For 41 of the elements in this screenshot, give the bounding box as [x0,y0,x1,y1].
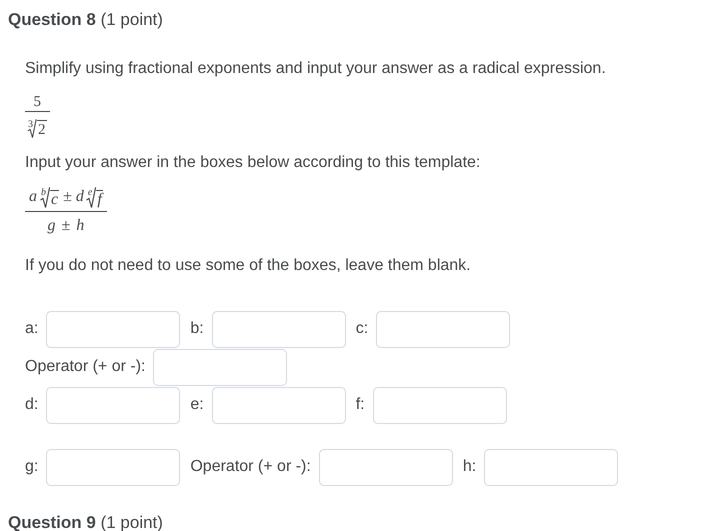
radicand: c [50,190,60,208]
math-variable: h [76,216,84,236]
input-field[interactable] [46,448,180,486]
radical-sign-icon [27,118,37,138]
root-index: 3 [28,120,33,130]
question-title: Question 9 (1 point) [8,512,163,531]
root-index: b [41,188,46,198]
question-title: Question 8 (1 point) [8,10,163,29]
instruction-text: Simplify using fractional exponents and input your answer as a radical expression. [25,58,607,78]
template-intro-text: Input your answer in the boxes below according to this template: [25,152,482,172]
field-label: b: [190,319,204,339]
radicand: 2 [37,120,46,138]
input-field[interactable] [376,310,510,348]
math-variable: d [76,186,84,206]
field-label: Operator (+ or -): [190,457,311,477]
input-field[interactable] [212,310,346,348]
input-field[interactable] [212,386,346,424]
field-label: d: [25,395,38,415]
input-field[interactable] [46,310,180,348]
math-variable: g [48,216,56,236]
input-field[interactable] [153,348,288,386]
field-label: f: [356,395,365,415]
root-index: e [88,188,92,198]
field-label: e: [190,395,204,415]
math-operator: ± [63,186,72,206]
radical-sign-icon [40,186,50,208]
radical-sign-icon [86,186,96,208]
math-variable: a [29,186,37,206]
field-label: h: [462,457,476,477]
radicand: f [96,190,103,208]
field-label: a: [25,319,38,339]
field-label: Operator (+ or -): [25,357,146,377]
field-label: c: [356,319,368,339]
numerator: 5 [32,92,42,110]
note-text: If you do not need to use some of the boxes, leave them blank. [25,256,472,276]
math-operator: ± [62,216,70,236]
field-label: g: [25,457,38,477]
input-field[interactable] [46,386,180,424]
input-field[interactable] [318,448,453,486]
input-field[interactable] [372,386,507,424]
input-field[interactable] [484,448,618,486]
